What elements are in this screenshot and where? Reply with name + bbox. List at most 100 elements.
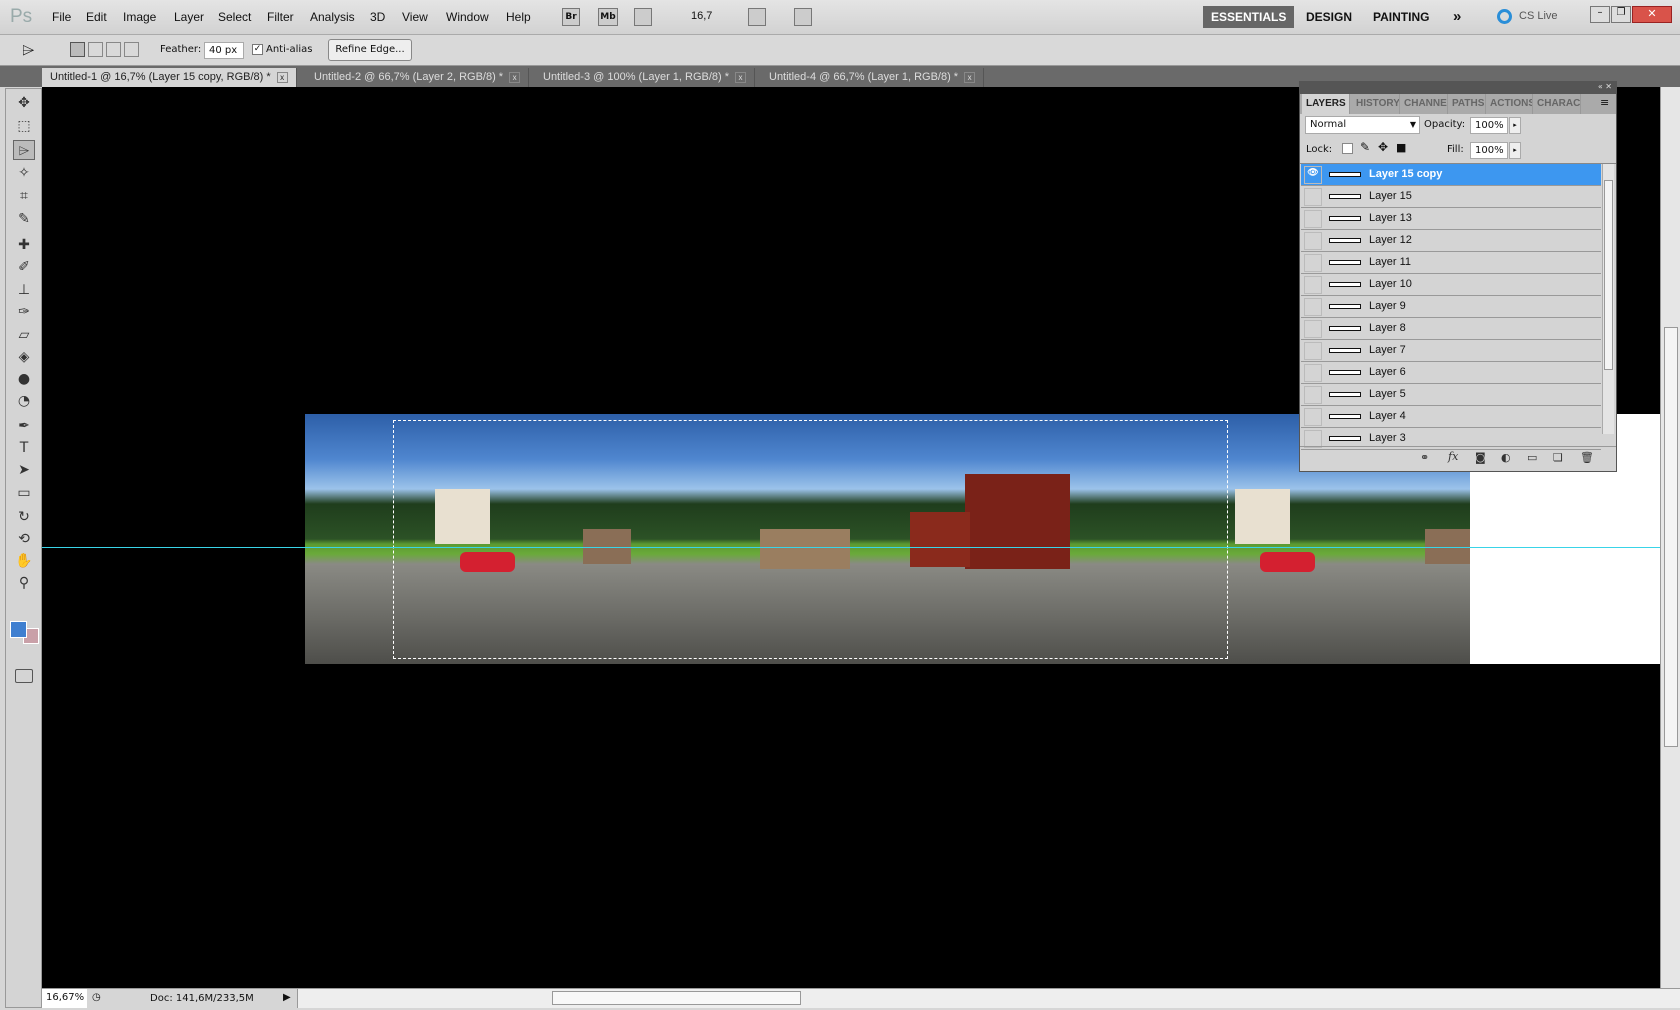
visibility-eye-icon[interactable] (1304, 320, 1322, 338)
menu-3d[interactable]: 3D (370, 10, 385, 24)
menu-analysis[interactable]: Analysis (310, 10, 355, 24)
type-tool-icon[interactable]: T (13, 438, 35, 458)
minimize-button[interactable]: – (1590, 6, 1610, 23)
add-to-selection-icon[interactable] (88, 42, 103, 57)
menu-select[interactable]: Select (218, 10, 251, 24)
workspace-essentials[interactable]: ESSENTIALS (1203, 6, 1295, 28)
layer-row[interactable]: Layer 8 (1301, 318, 1601, 340)
opacity-input[interactable]: 100% (1470, 117, 1508, 134)
blend-mode-select[interactable]: Normal ▼ (1305, 116, 1420, 134)
cs-live-button[interactable]: CS Live (1519, 10, 1558, 22)
more-workspaces-button[interactable]: » (1445, 6, 1469, 28)
opacity-slider-button[interactable]: ▸ (1509, 117, 1521, 134)
workspace-design[interactable]: DESIGN (1298, 6, 1360, 28)
visibility-eye-icon[interactable] (1304, 188, 1322, 206)
foreground-color-swatch[interactable] (10, 621, 27, 638)
layer-row[interactable]: 👁 Layer 15 copy (1301, 164, 1601, 186)
history-brush-tool-icon[interactable]: ✑ (13, 302, 35, 322)
layer-row[interactable]: Layer 13 (1301, 208, 1601, 230)
vertical-scroll-thumb[interactable] (1664, 327, 1678, 747)
3d-orbit-tool-icon[interactable]: ⟲ (13, 529, 35, 549)
lock-all-icon[interactable]: ■ (1396, 141, 1406, 154)
layer-row[interactable]: Layer 11 (1301, 252, 1601, 274)
horizontal-scrollbar[interactable] (297, 989, 1680, 1008)
tab-actions[interactable]: ACTIONS (1486, 94, 1533, 114)
healing-brush-tool-icon[interactable]: ✚ (13, 235, 35, 255)
layer-row[interactable]: Layer 5 (1301, 384, 1601, 406)
close-tab-icon[interactable]: x (509, 71, 521, 83)
visibility-eye-icon[interactable] (1304, 342, 1322, 360)
refine-edge-button[interactable]: Refine Edge... (328, 39, 412, 61)
menu-image[interactable]: Image (123, 10, 156, 24)
path-selection-tool-icon[interactable]: ➤ (13, 460, 35, 480)
eraser-tool-icon[interactable]: ▱ (13, 325, 35, 345)
horizontal-guide[interactable] (42, 547, 1660, 548)
workspace-painting[interactable]: PAINTING (1365, 6, 1437, 28)
layer-row[interactable]: Layer 10 (1301, 274, 1601, 296)
tab-layers[interactable]: LAYERS (1302, 94, 1350, 114)
polygonal-lasso-preset-icon[interactable]: ⌲ (22, 40, 34, 60)
status-menu-arrow[interactable]: ▶ (283, 992, 291, 1003)
tab-character[interactable]: CHARACTER (1533, 94, 1581, 114)
subtract-from-selection-icon[interactable] (106, 42, 121, 57)
close-button[interactable]: ✕ (1632, 6, 1672, 23)
layer-row[interactable]: Layer 4 (1301, 406, 1601, 428)
dodge-tool-icon[interactable]: ◔ (13, 391, 35, 411)
blur-tool-icon[interactable]: ● (13, 369, 35, 389)
close-tab-icon[interactable]: x (964, 71, 976, 83)
intersect-selection-icon[interactable] (124, 42, 139, 57)
paint-bucket-tool-icon[interactable]: ◈ (13, 347, 35, 367)
move-tool-icon[interactable]: ✥ (13, 93, 35, 113)
tab-untitled-2[interactable]: Untitled-2 @ 66,7% (Layer 2, RGB/8) * x (306, 68, 530, 87)
visibility-eye-icon[interactable] (1304, 254, 1322, 272)
tab-channels[interactable]: CHANNELS (1400, 94, 1448, 114)
close-tab-icon[interactable]: x (276, 71, 288, 83)
marquee-tool-icon[interactable]: ⬚ (13, 116, 35, 136)
fill-slider-button[interactable]: ▸ (1509, 142, 1521, 159)
clone-stamp-tool-icon[interactable]: ⊥ (13, 280, 35, 300)
zoom-tool-icon[interactable]: ⚲ (13, 573, 35, 593)
add-mask-icon[interactable]: ◙ (1475, 451, 1486, 464)
3d-rotate-tool-icon[interactable]: ↻ (13, 507, 35, 527)
menu-help[interactable]: Help (506, 10, 531, 24)
layer-row[interactable]: Layer 7 (1301, 340, 1601, 362)
quick-mask-icon[interactable] (15, 669, 33, 683)
layer-row[interactable]: Layer 9 (1301, 296, 1601, 318)
restore-button[interactable]: ❐ (1611, 6, 1631, 23)
visibility-eye-icon[interactable] (1304, 232, 1322, 250)
visibility-eye-icon[interactable] (1304, 386, 1322, 404)
new-group-icon[interactable]: ▭ (1527, 451, 1537, 464)
adjustment-layer-icon[interactable]: ◐ (1501, 451, 1511, 464)
visibility-eye-icon[interactable] (1304, 408, 1322, 426)
layer-style-icon[interactable]: fx (1448, 450, 1458, 463)
arrange-documents-button[interactable] (748, 8, 766, 26)
new-selection-icon[interactable] (70, 42, 85, 57)
tab-untitled-3[interactable]: Untitled-3 @ 100% (Layer 1, RGB/8) * x (535, 68, 756, 87)
brush-tool-icon[interactable]: ✐ (13, 257, 35, 277)
feather-input[interactable]: 40 px (204, 42, 244, 59)
status-info-icon[interactable]: ◷ (92, 992, 101, 1003)
tab-history[interactable]: HISTORY (1352, 94, 1400, 114)
anti-alias-checkbox[interactable]: ✓ (252, 44, 263, 55)
panel-header[interactable]: « ✕ (1300, 82, 1616, 94)
tab-untitled-4[interactable]: Untitled-4 @ 66,7% (Layer 1, RGB/8) * x (761, 68, 985, 87)
new-layer-icon[interactable]: ❏ (1553, 451, 1563, 464)
fill-input[interactable]: 100% (1470, 142, 1508, 159)
pen-tool-icon[interactable]: ✒ (13, 416, 35, 436)
horizontal-scroll-thumb[interactable] (552, 991, 801, 1005)
zoom-field[interactable]: 16,67% (42, 989, 87, 1008)
lock-transparent-icon[interactable] (1342, 143, 1353, 154)
menu-filter[interactable]: Filter (267, 10, 294, 24)
visibility-eye-icon[interactable] (1304, 364, 1322, 382)
visibility-eye-icon[interactable]: 👁 (1304, 166, 1322, 184)
menu-window[interactable]: Window (446, 10, 489, 24)
mini-bridge-button[interactable]: Mb (598, 8, 618, 26)
link-layers-icon[interactable]: ⚭ (1420, 451, 1429, 464)
layer-row[interactable]: Layer 15 (1301, 186, 1601, 208)
zoom-level-dropdown[interactable]: 16,7 (691, 10, 712, 22)
vertical-scrollbar[interactable] (1660, 87, 1680, 988)
tab-paths[interactable]: PATHS (1448, 94, 1486, 114)
shape-tool-icon[interactable]: ▭ (13, 483, 35, 503)
layers-scroll-thumb[interactable] (1604, 180, 1613, 370)
lock-image-icon[interactable]: ✎ (1360, 140, 1370, 154)
